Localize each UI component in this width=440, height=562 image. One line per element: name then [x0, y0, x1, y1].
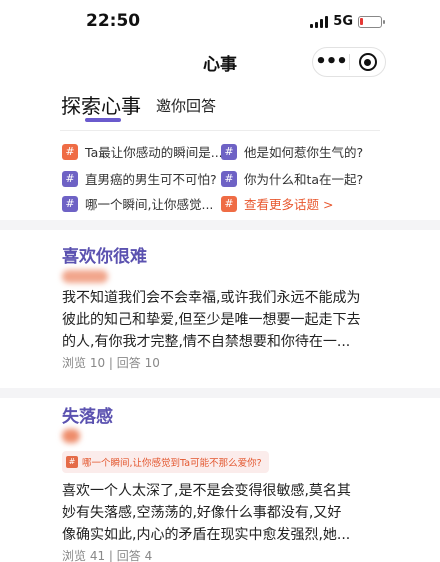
- post-excerpt: 我不知道我们会不会幸福,或许我们永远不能成为 彼此的知己和挚爱,但至少是唯一想要…: [62, 287, 378, 353]
- topic-item[interactable]: # 哪一个瞬间,让你感觉...: [62, 194, 213, 213]
- topic-item[interactable]: # Ta最让你感动的瞬间是...: [62, 142, 223, 161]
- question-chip[interactable]: # 哪一个瞬间,让你感觉到Ta可能不那么爱你?: [62, 451, 269, 473]
- miniapp-capsule: •••: [312, 47, 386, 77]
- battery-level: [360, 17, 363, 25]
- blurred-avatar: [62, 429, 80, 443]
- excerpt-line: 我不知道我们会不会幸福,或许我们永远不能成为: [62, 290, 361, 306]
- more-topics-link[interactable]: # 查看更多话题 >: [221, 194, 333, 213]
- hashtag-icon: #: [62, 143, 78, 160]
- hashtag-icon: #: [62, 170, 78, 187]
- topic-list: # Ta最让你感动的瞬间是... # 他是如何惹你生气的? # 直男癌的男生可不…: [0, 124, 440, 220]
- blurred-avatar: [62, 270, 108, 283]
- excerpt-line: 像确实如此,内心的矛盾在现实中愈发强烈,她...: [62, 527, 351, 543]
- section-gap: [0, 220, 440, 230]
- excerpt-line: 妙有失落感,空荡荡的,好像什么事都没有,又好: [62, 505, 342, 521]
- section-gap: [0, 388, 440, 398]
- target-circle-icon[interactable]: [350, 53, 385, 71]
- hashtag-icon: #: [221, 195, 237, 212]
- tab-explore[interactable]: 探索心事: [61, 90, 141, 119]
- tab-bar: 探索心事 邀你回答: [0, 80, 440, 124]
- tab-invite-answer[interactable]: 邀你回答: [156, 95, 216, 116]
- post-excerpt: 喜欢一个人太深了,是不是会变得很敏感,莫名其 妙有失落感,空荡荡的,好像什么事都…: [62, 480, 378, 546]
- post-stats: 浏览 10 | 回答 10: [62, 356, 160, 370]
- topic-label: 你为什么和ta在一起?: [244, 172, 364, 187]
- excerpt-line: 喜欢一个人太深了,是不是会变得很敏感,莫名其: [62, 483, 351, 499]
- active-tab-indicator: [85, 118, 121, 122]
- topic-item[interactable]: # 你为什么和ta在一起?: [221, 169, 363, 188]
- topic-label: 哪一个瞬间,让你感觉...: [85, 197, 214, 212]
- status-icons: 5G: [310, 14, 385, 29]
- network-type: 5G: [333, 14, 353, 29]
- hashtag-icon: #: [221, 143, 237, 160]
- topic-label: 直男癌的男生可不可怕?: [85, 172, 217, 187]
- question-text: 哪一个瞬间,让你感觉到Ta可能不那么爱你?: [82, 458, 262, 469]
- divider: [60, 130, 380, 131]
- nav-bar: 心事 •••: [0, 44, 440, 80]
- battery-icon: [358, 15, 385, 28]
- more-dots-icon[interactable]: •••: [313, 48, 349, 76]
- post-card[interactable]: 失落感 # 哪一个瞬间,让你感觉到Ta可能不那么爱你? 喜欢一个人太深了,是不是…: [0, 398, 440, 562]
- status-bar: 22:50 5G: [0, 0, 440, 44]
- clock: 22:50: [86, 11, 141, 31]
- topic-label: Ta最让你感动的瞬间是...: [85, 145, 223, 160]
- post-stats: 浏览 41 | 回答 4: [62, 549, 153, 562]
- signal-icon: [310, 15, 329, 28]
- hashtag-icon: #: [62, 195, 78, 212]
- post-card[interactable]: 喜欢你很难 我不知道我们会不会幸福,或许我们永远不能成为 彼此的知己和挚爱,但至…: [0, 230, 440, 388]
- hashtag-icon: #: [66, 456, 78, 468]
- topic-item[interactable]: # 直男癌的男生可不可怕?: [62, 169, 217, 188]
- hashtag-icon: #: [221, 170, 237, 187]
- excerpt-line: 的人,有你我才完整,情不自禁想要和你待在一...: [62, 334, 351, 350]
- post-title: 喜欢你很难: [62, 247, 147, 267]
- topic-item[interactable]: # 他是如何惹你生气的?: [221, 142, 363, 161]
- topic-label: 他是如何惹你生气的?: [244, 145, 364, 160]
- excerpt-line: 彼此的知己和挚爱,但至少是唯一想要一起走下去: [62, 312, 361, 328]
- more-topics-label: 查看更多话题 >: [244, 197, 334, 212]
- post-title: 失落感: [62, 407, 113, 427]
